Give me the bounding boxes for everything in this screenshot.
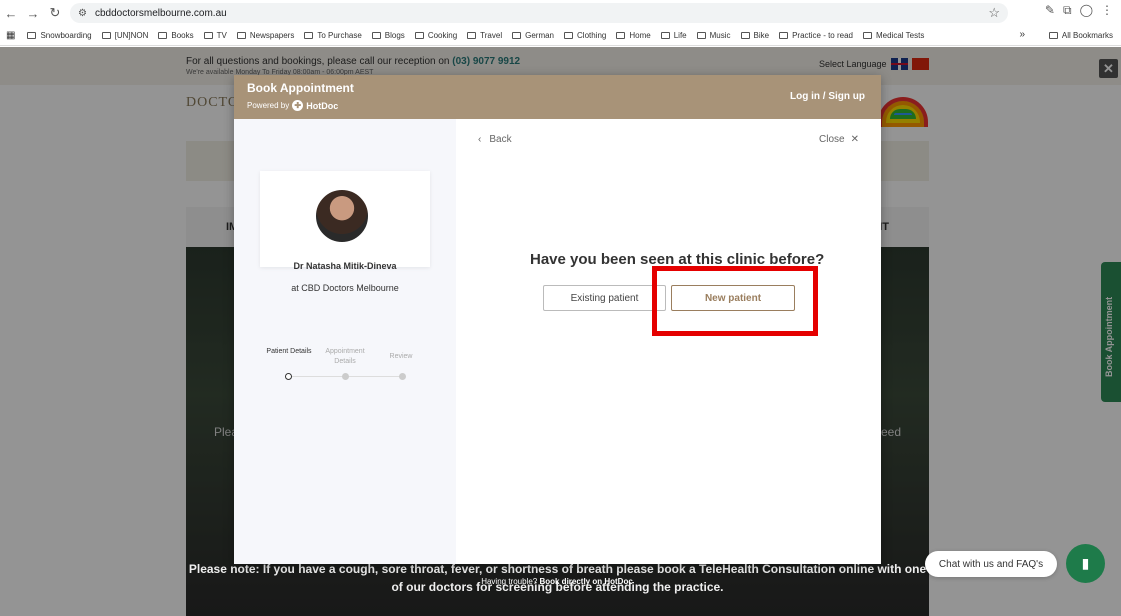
bookmark-folder[interactable]: Medical Tests [863,31,924,40]
bookmark-folder[interactable]: Travel [467,31,502,40]
back-arrow-icon[interactable]: ← [0,2,22,24]
folder-icon [512,32,522,39]
all-bookmarks[interactable]: All Bookmarks [1048,31,1113,40]
step-dot-active [285,373,292,380]
book-directly-link[interactable]: Book directly on HotDoc [539,577,632,586]
folder-icon [203,32,213,39]
chevron-left-icon: ‹ [478,134,482,145]
url-text: cbddoctorsmelbourne.com.au [94,7,227,19]
powered-by: Powered by ✚ HotDoc [247,100,339,111]
bookmarks-overflow-icon[interactable]: » [1019,29,1025,40]
folder-icon [1048,32,1058,39]
profile-icon[interactable]: ◯ [1080,3,1093,18]
folder-icon [371,32,381,39]
step-dot [399,373,406,380]
site-info-icon[interactable]: ⚙ [78,8,87,19]
highlight-box [652,266,818,336]
forward-arrow-icon[interactable]: → [22,2,44,24]
apps-grid-icon[interactable]: ▦ [6,30,15,41]
bookmark-folder[interactable]: Bike [740,31,769,40]
trouble-text: Having trouble? Book directly on HotDoc [481,577,633,586]
address-bar[interactable]: ⚙ cbddoctorsmelbourne.com.au ☆ [70,3,1008,23]
folder-icon [779,32,789,39]
folder-icon [616,32,626,39]
progress-steps: Patient Details Appointment Details Revi… [264,347,424,387]
folder-icon [863,32,872,39]
close-icon: ✕ [850,134,859,145]
doctor-avatar [314,188,370,244]
extensions-icon[interactable]: ⧉ [1063,3,1072,18]
doctor-name: Dr Natasha Mitik-Dineva [293,261,397,271]
folder-icon [564,32,574,39]
modal-title: Book Appointment [247,81,354,95]
hotdoc-logo-icon: ✚ [292,100,304,111]
bookmark-star-icon[interactable]: ☆ [988,5,1000,21]
back-button[interactable]: ‹ Back [478,134,512,145]
bookmark-folder[interactable]: Cooking [414,31,457,40]
extensions-area: ✎ ⧉ ◯ ⋮ [1045,3,1121,18]
bookmark-folder[interactable]: Blogs [371,31,405,40]
folder-icon [236,32,246,39]
bookmark-folder[interactable]: TV [203,31,227,40]
more-menu-icon[interactable]: ⋮ [1101,3,1113,18]
folder-icon [158,32,168,39]
bookmark-folder[interactable]: Snowboarding [27,31,92,40]
step-appointment-details: Appointment Details [325,348,365,365]
folder-icon [467,32,477,39]
chat-button[interactable]: ▮ [1066,544,1105,583]
bookmark-folder[interactable]: Newspapers [236,31,294,40]
folder-icon [414,32,424,39]
bookmark-folder[interactable]: Music [696,31,731,40]
bookmark-folder[interactable]: Life [660,31,687,40]
reload-icon[interactable]: ↻ [44,2,66,24]
folder-icon [27,32,37,39]
close-button[interactable]: Close ✕ [819,134,859,145]
chat-label[interactable]: Chat with us and FAQ's [925,551,1057,577]
folder-icon [740,32,750,39]
login-signup-link[interactable]: Log in / Sign up [790,91,865,102]
bookmark-folder[interactable]: To Purchase [304,31,362,40]
bookmark-folder[interactable]: Home [616,31,651,40]
step-review: Review [389,353,413,360]
bookmark-folder[interactable]: [UN]NON [101,31,148,40]
folder-icon [304,32,314,39]
bookmark-folder[interactable]: German [512,31,554,40]
clinic-name: at CBD Doctors Melbourne [291,283,399,293]
bookmark-folder[interactable]: Practice - to read [779,31,853,40]
chat-icon: ▮ [1081,555,1090,571]
bookmark-folder[interactable]: Clothing [564,31,606,40]
bookmarks-bar: ▦ Snowboarding [UN]NON Books TV Newspape… [0,26,1121,46]
modal-header: Book Appointment Powered by ✚ HotDoc Log… [234,75,881,119]
existing-patient-button[interactable]: Existing patient [543,285,666,311]
folder-icon [660,32,670,39]
step-patient-details: Patient Details [266,348,312,355]
pen-icon[interactable]: ✎ [1045,3,1055,18]
folder-icon [696,32,706,39]
folder-icon [101,32,111,39]
step-dot [342,373,349,380]
browser-toolbar: ← → ↻ ⚙ cbddoctorsmelbourne.com.au ☆ ✎ ⧉… [0,0,1121,26]
bookmark-folder[interactable]: Books [158,31,194,40]
